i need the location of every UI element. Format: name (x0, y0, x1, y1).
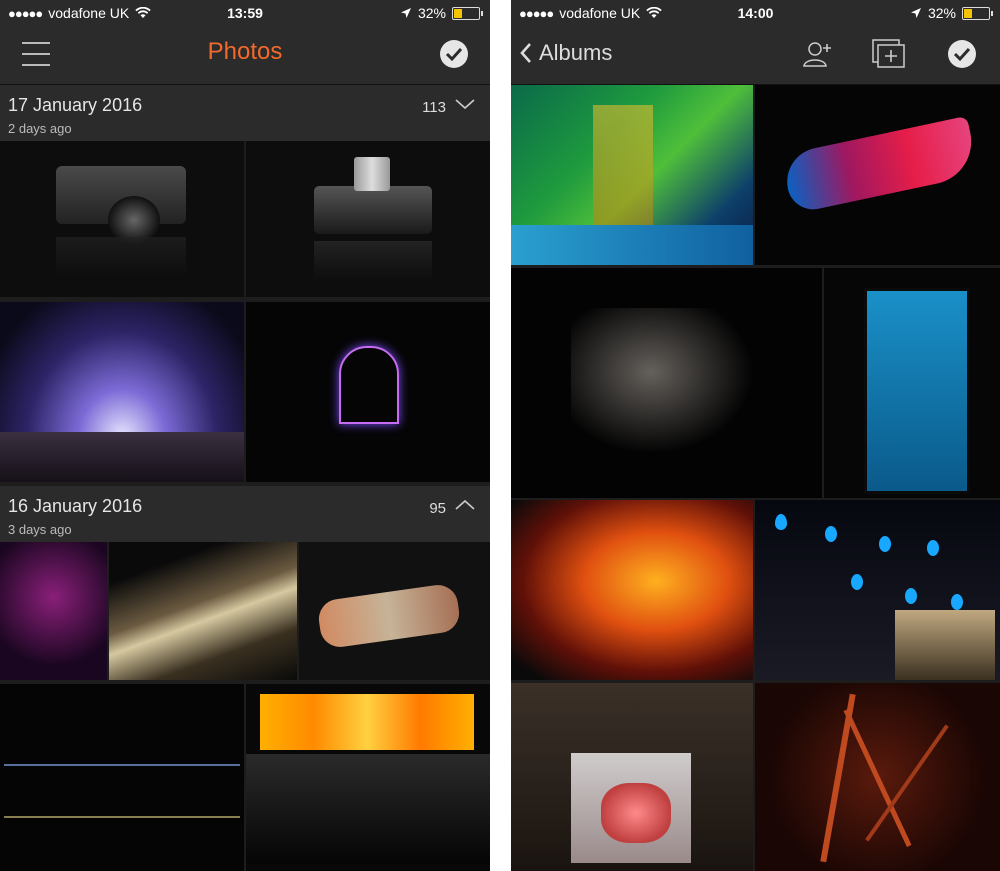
check-circle-icon (445, 47, 463, 62)
section-relative-date: 2 days ago (8, 121, 72, 136)
check-circle-icon (953, 47, 971, 62)
location-arrow-icon (910, 8, 921, 18)
chevron-left-icon (520, 43, 531, 63)
album-screen: ●●●●● vodafone UK 14:00 32% Albums (511, 0, 1000, 871)
photo-thumbnail[interactable] (246, 302, 490, 482)
photo-thumbnail[interactable] (0, 141, 244, 297)
photos-screen: ●●●●● vodafone UK 13:59 32% Photos 17 Ja… (0, 0, 490, 871)
date-section-header[interactable]: 16 January 2016 3 days ago 95 (0, 486, 490, 542)
photo-thumbnail[interactable] (755, 85, 1000, 265)
status-bar: ●●●●● vodafone UK 13:59 32% (0, 0, 490, 28)
battery-icon (452, 6, 483, 20)
section-relative-date: 3 days ago (8, 522, 72, 537)
photo-thumbnail[interactable] (824, 268, 1000, 498)
add-album-icon[interactable] (871, 38, 907, 70)
battery-percent: 32% (927, 5, 956, 21)
add-person-icon[interactable] (801, 38, 833, 70)
back-button[interactable]: Albums (519, 40, 612, 66)
page-title: Photos (207, 38, 283, 65)
battery-group: 32% (910, 5, 993, 21)
photo-thumbnail[interactable] (0, 684, 244, 871)
section-date: 17 January 2016 (8, 95, 143, 115)
battery-icon (962, 6, 993, 20)
chevron-down-icon[interactable] (454, 97, 476, 111)
photo-thumbnail[interactable] (0, 302, 244, 482)
photo-thumbnail[interactable] (299, 542, 490, 680)
photo-thumbnail[interactable] (246, 684, 490, 871)
photo-thumbnail[interactable] (109, 542, 297, 680)
photo-thumbnail[interactable] (0, 542, 107, 680)
section-photo-count: 95 (429, 500, 446, 517)
battery-group: 32% (400, 5, 483, 21)
photo-thumbnail[interactable] (755, 500, 1000, 680)
back-label: Albums (539, 40, 613, 65)
photo-thumbnail[interactable] (511, 683, 753, 871)
nav-bar: Albums (511, 28, 1000, 85)
photo-thumbnail[interactable] (511, 85, 753, 265)
date-section-header[interactable]: 17 January 2016 2 days ago 113 (0, 85, 490, 141)
select-button[interactable] (948, 40, 976, 68)
chevron-up-icon[interactable] (454, 498, 476, 512)
status-bar: ●●●●● vodafone UK 14:00 32% (511, 0, 1000, 28)
section-date: 16 January 2016 (8, 496, 143, 516)
location-arrow-icon (400, 8, 411, 18)
battery-percent: 32% (417, 5, 446, 21)
photo-thumbnail[interactable] (755, 683, 1000, 871)
photo-thumbnail[interactable] (511, 268, 822, 498)
nav-bar: Photos (0, 28, 490, 85)
photo-thumbnail[interactable] (246, 141, 490, 297)
photo-thumbnail[interactable] (511, 500, 753, 680)
select-button[interactable] (440, 40, 468, 68)
section-photo-count: 113 (422, 99, 446, 116)
